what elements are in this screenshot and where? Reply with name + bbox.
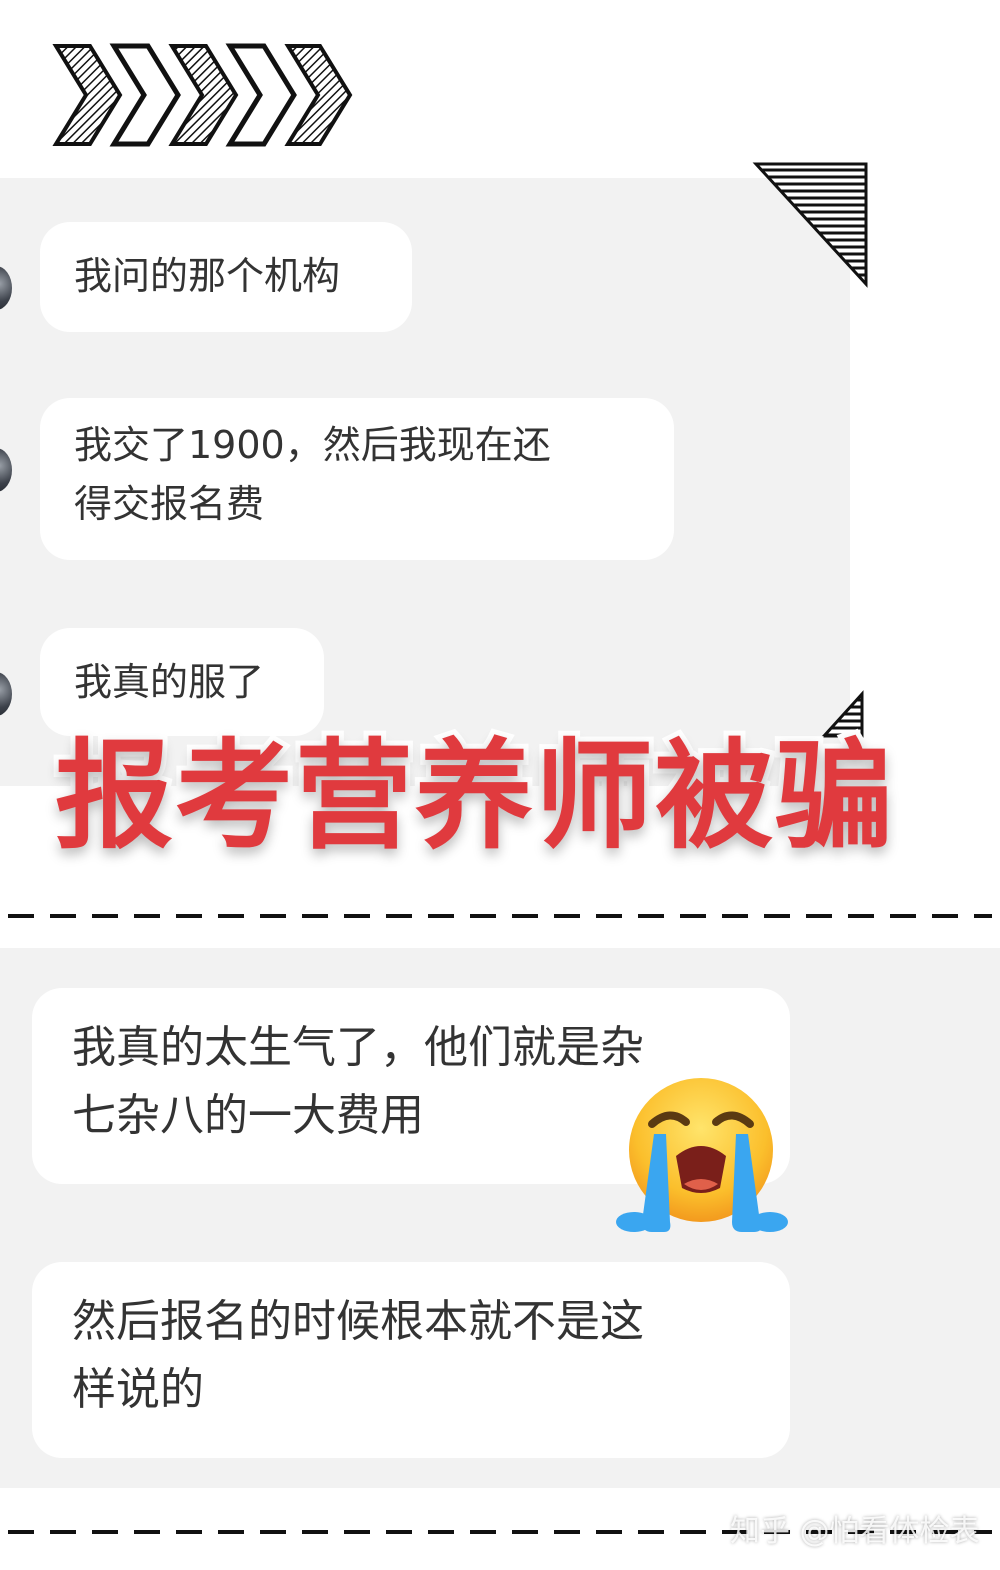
dashed-divider (8, 914, 992, 918)
chevron-right-icon (109, 43, 181, 147)
watermark: 知乎 @怕看体检表 (730, 1514, 980, 1549)
chevron-right-icon (284, 44, 353, 146)
headline-title: 报考营养师被骗 (50, 722, 898, 870)
chevron-right-icon (168, 44, 239, 146)
message-bubble: 然后报名的时候根本就不是这 样说的 (32, 1262, 790, 1458)
loudly-crying-face-icon (616, 1078, 788, 1232)
chevron-right-icon (52, 44, 123, 146)
chevron-decoration (52, 43, 353, 147)
chevron-right-icon (225, 43, 297, 147)
message-bubble: 我交了1900，然后我现在还 得交报名费 (40, 398, 674, 560)
hatched-triangle-icon (752, 162, 868, 288)
message-bubble: 我问的那个机构 (40, 222, 412, 332)
